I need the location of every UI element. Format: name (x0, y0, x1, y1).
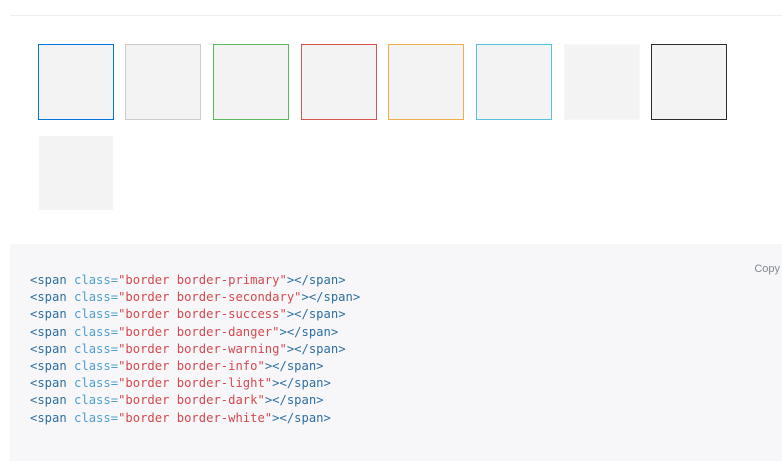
code-block: Copy <span class="border border-primary"… (10, 244, 782, 461)
swatch-border-white (38, 135, 114, 211)
code-line: <span class="border border-warning"></sp… (30, 341, 346, 356)
swatch-border-light (564, 44, 640, 120)
swatch-border-secondary (125, 44, 201, 120)
code-line: <span class="border border-light"></span… (30, 376, 331, 391)
code-lines: <span class="border border-primary"></sp… (30, 272, 360, 427)
code-line: <span class="border border-danger"></spa… (30, 324, 339, 339)
code-line: <span class="border border-white"></span… (30, 410, 331, 425)
code-line: <span class="border border-success"></sp… (30, 307, 346, 322)
code-line: <span class="border border-secondary"></… (30, 290, 361, 305)
code-line: <span class="border border-dark"></span> (30, 393, 324, 408)
swatch-border-info (476, 44, 552, 120)
copy-button[interactable]: Copy (754, 263, 780, 275)
swatch-border-dark (651, 44, 727, 120)
code-line: <span class="border border-info"></span> (30, 359, 324, 374)
example-preview (10, 15, 782, 244)
swatch-border-success (213, 44, 289, 120)
swatch-border-danger (301, 44, 377, 120)
swatch-border-warning (388, 44, 464, 120)
swatch-border-primary (38, 44, 114, 120)
code-line: <span class="border border-primary"></sp… (30, 273, 346, 287)
